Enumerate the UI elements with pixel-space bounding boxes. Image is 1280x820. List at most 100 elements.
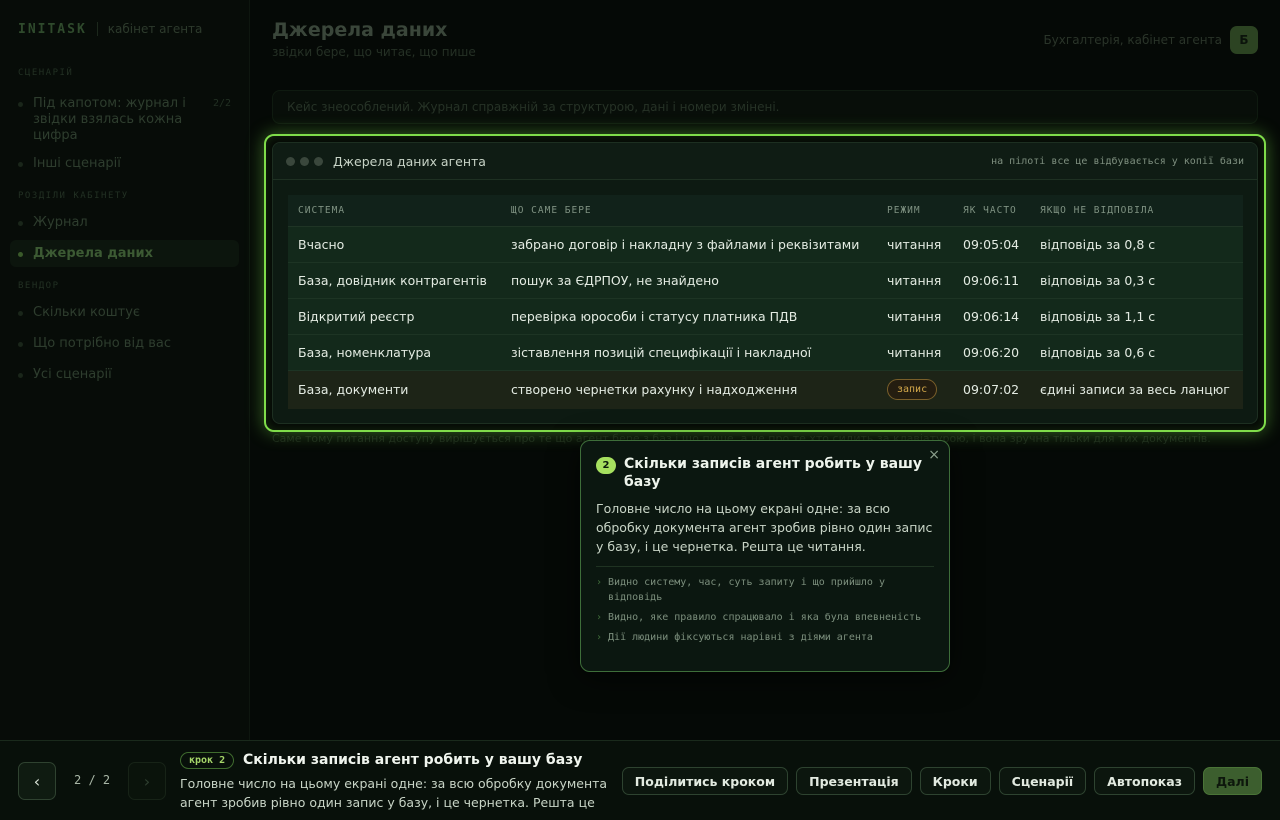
sidebar-item-other-scenarios[interactable]: Інші сценарії <box>10 150 239 177</box>
column-header: ЯКЩО НЕ ВІДПОВІЛА <box>1030 195 1243 227</box>
cell-fallback: відповідь за 0,3 с <box>1030 262 1243 299</box>
share-step-button[interactable]: Поділитись кроком <box>621 767 789 795</box>
bullet-text: Видно, яке правило спрацювало і яка була… <box>608 612 922 623</box>
anonymized-notice: Кейс знеособлений. Журнал справжній за с… <box>272 90 1258 124</box>
bottom-actions: Поділитись кроком Презентація Кроки Сцен… <box>621 767 1262 795</box>
autoplay-button[interactable]: Автопоказ <box>1094 767 1195 795</box>
section-title-scenario: СЦЕНАРІЙ <box>18 68 74 78</box>
cell-what: зіставлення позицій специфікації і накла… <box>501 334 877 371</box>
table-row: База, номенклатура зіставлення позицій с… <box>288 334 1243 371</box>
cell-mode: запис <box>877 370 953 409</box>
sidebar: INITASK кабінет агента СЦЕНАРІЙ Під капо… <box>0 0 250 740</box>
panel-header: Джерела даних агента на пілоті все це ві… <box>273 143 1257 180</box>
cell-time: 09:06:20 <box>953 334 1030 371</box>
scenarios-button[interactable]: Сценарії <box>998 767 1087 795</box>
tour-bottom-bar: ‹ 2 / 2 › крок 2 Скільки записів агент р… <box>0 740 1280 820</box>
chevron-right-icon: › <box>596 612 603 623</box>
step-title: Скільки записів агент робить у вашу базу <box>243 752 583 768</box>
account-area[interactable]: Бухгалтерія, кабінет агента Б <box>1043 26 1258 54</box>
column-header: РЕЖИМ <box>877 195 953 227</box>
bullet-icon <box>18 162 23 167</box>
bullet-text: Видно систему, час, суть запиту і що при… <box>608 577 885 603</box>
next-button[interactable]: Далі <box>1202 767 1262 795</box>
popover-title: Скільки записів агент робить у вашу базу <box>624 456 923 490</box>
column-header: ЯК ЧАСТО <box>953 195 1030 227</box>
brand-logo: INITASK <box>18 21 87 37</box>
bullet-text: Дії людини фіксуються нарівні з діями аг… <box>608 632 873 643</box>
cell-fallback: відповідь за 0,8 с <box>1030 226 1243 263</box>
cell-mode: читання <box>877 298 953 335</box>
column-header: ЩО САМЕ БЕРЕ <box>501 195 877 227</box>
sidebar-item-all-scenarios[interactable]: Усі сценарії <box>10 361 239 388</box>
list-item: › Видно систему, час, суть запиту і що пр… <box>596 575 934 605</box>
sidebar-item-data-sources[interactable]: Джерела даних <box>10 240 239 267</box>
bullet-icon <box>18 342 23 347</box>
sidebar-item-pricing[interactable]: Скільки коштує <box>10 299 239 326</box>
cell-system: Вчасно <box>288 226 501 263</box>
cell-mode: читання <box>877 226 953 263</box>
cell-system: База, номенклатура <box>288 334 501 371</box>
sidebar-item-label: Що потрібно від вас <box>33 336 171 351</box>
bullet-icon <box>18 102 23 107</box>
table-row: База, довідник контрагентів пошук за ЄДР… <box>288 262 1243 299</box>
previous-step-button[interactable]: ‹ <box>18 762 56 800</box>
bullet-icon <box>18 311 23 316</box>
brand-subtitle: кабінет агента <box>107 22 203 36</box>
cell-system: База, довідник контрагентів <box>288 262 501 299</box>
cell-what: перевірка юрособи і статусу платника ПДВ <box>501 298 877 335</box>
panel-hint: на пілоті все це відбувається у копії ба… <box>991 155 1244 167</box>
page-title: Джерела даних <box>272 19 448 41</box>
sidebar-item-count: 2/2 <box>212 98 231 109</box>
popover-body: Головне число на цьому екрані одне: за в… <box>596 501 933 554</box>
page-subtitle: звідки бере, що читає, що пише <box>272 45 476 59</box>
list-item: › Видно, яке правило спрацювало і яка бул… <box>596 610 934 625</box>
sidebar-item-label: Джерела даних <box>33 246 154 261</box>
table-header-row: СИСТЕМА ЩО САМЕ БЕРЕ РЕЖИМ ЯК ЧАСТО ЯКЩО… <box>288 195 1243 227</box>
cell-fallback: відповідь за 0,6 с <box>1030 334 1243 371</box>
next-step-button[interactable]: › <box>128 762 166 800</box>
sidebar-item-journal[interactable]: Журнал <box>10 209 239 236</box>
close-icon[interactable]: × <box>928 447 940 463</box>
table-row-write: База, документи створено чернетки рахунк… <box>288 370 1243 409</box>
chevron-right-icon: › <box>596 577 603 588</box>
brand: INITASK кабінет агента <box>10 20 239 38</box>
cell-system: Відкритий реєстр <box>288 298 501 335</box>
bullet-icon <box>18 221 23 226</box>
brand-divider <box>96 22 98 36</box>
step-description: Головне число на цьому екрані одне: за в… <box>180 776 608 810</box>
sidebar-item-requirements[interactable]: Що потрібно від вас <box>10 330 239 357</box>
step-tag: крок 2 <box>180 752 235 769</box>
cell-time: 09:06:14 <box>953 298 1030 335</box>
presentation-button[interactable]: Презентація <box>796 767 912 795</box>
account-label: Бухгалтерія, кабінет агента <box>1043 33 1222 47</box>
popover-header: 2 Скільки записів агент робить у вашу ба… <box>596 455 934 491</box>
popover-bullets: › Видно систему, час, суть запиту і що пр… <box>596 575 934 645</box>
cell-fallback: єдині записи за весь ланцюг <box>1030 370 1243 409</box>
cell-what: забрано договір і накладну з файлами і р… <box>501 226 877 263</box>
section-title-cabinet: РОЗДІЛИ КАБІНЕТУ <box>18 191 129 201</box>
cell-fallback: відповідь за 1,1 с <box>1030 298 1243 335</box>
cell-time: 09:07:02 <box>953 370 1030 409</box>
sidebar-item-under-the-hood[interactable]: Під капотом: журнал і звідки взялась кож… <box>10 90 239 150</box>
section-title-vendor: ВЕНДОР <box>18 281 60 291</box>
divider <box>596 566 934 567</box>
bullet-icon <box>18 373 23 378</box>
sidebar-item-label: Скільки коштує <box>33 305 141 320</box>
window-dots-icon <box>286 156 323 166</box>
cell-time: 09:05:04 <box>953 226 1030 263</box>
step-number-badge: 2 <box>596 457 616 474</box>
sidebar-item-label: Журнал <box>33 215 88 230</box>
data-sources-panel: Джерела даних агента на пілоті все це ві… <box>272 142 1258 424</box>
cell-mode: читання <box>877 334 953 371</box>
list-item: › Дії людини фіксуються нарівні з діями а… <box>596 630 934 645</box>
steps-button[interactable]: Кроки <box>919 767 991 795</box>
avatar[interactable]: Б <box>1230 26 1258 54</box>
cell-what: пошук за ЄДРПОУ, не знайдено <box>501 262 877 299</box>
cell-system: База, документи <box>288 370 501 409</box>
step-counter: 2 / 2 <box>74 773 111 787</box>
chevron-right-icon: › <box>596 632 603 643</box>
sidebar-item-label: Під капотом: журнал і звідки взялась кож… <box>33 96 186 143</box>
tour-popover: × 2 Скільки записів агент робить у вашу … <box>580 440 950 672</box>
cell-mode: читання <box>877 262 953 299</box>
sources-table: СИСТЕМА ЩО САМЕ БЕРЕ РЕЖИМ ЯК ЧАСТО ЯКЩО… <box>288 195 1243 409</box>
